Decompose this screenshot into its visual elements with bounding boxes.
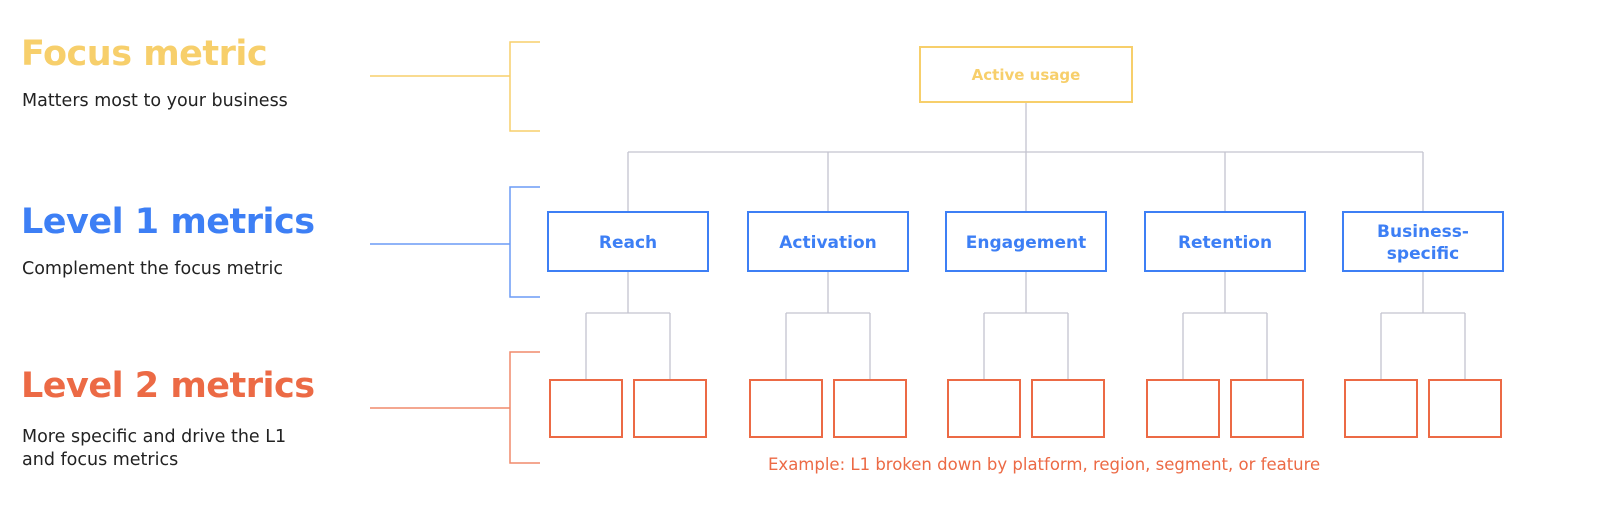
- level2-node: [1344, 379, 1418, 438]
- level2-bracket: [370, 351, 540, 464]
- level2-node: [833, 379, 907, 438]
- level1-label-line1: Business-: [1377, 222, 1469, 242]
- level1-label: Retention: [1178, 233, 1272, 253]
- level1-bracket: [370, 186, 540, 298]
- level1-label: Engagement: [966, 233, 1087, 253]
- level2-node: [947, 379, 1021, 438]
- level1-node: Activation: [747, 211, 909, 272]
- level1-label-line2: specific: [1387, 244, 1459, 264]
- level2-node: [1031, 379, 1105, 438]
- focus-bracket: [370, 41, 540, 132]
- level1-node: Reach: [547, 211, 709, 272]
- level2-node: [749, 379, 823, 438]
- level2-node: [1230, 379, 1304, 438]
- level2-node: [549, 379, 623, 438]
- level2-node: [1146, 379, 1220, 438]
- level2-node: [1428, 379, 1502, 438]
- level1-label: Activation: [779, 233, 876, 253]
- level2-node: [633, 379, 707, 438]
- level2-example-note: Example: L1 broken down by platform, reg…: [768, 455, 1321, 474]
- metric-tree-diagram: Active usage Reach Activation Engagement Re…: [370, 41, 1504, 464]
- level1-node: Engagement: [945, 211, 1107, 272]
- focus-metric-node: Active usage: [919, 46, 1133, 103]
- level1-node: Retention: [1144, 211, 1306, 272]
- level1-label: Reach: [599, 233, 657, 253]
- level1-node: Business-specific: [1342, 211, 1504, 272]
- focus-metric-label: Active usage: [972, 66, 1081, 84]
